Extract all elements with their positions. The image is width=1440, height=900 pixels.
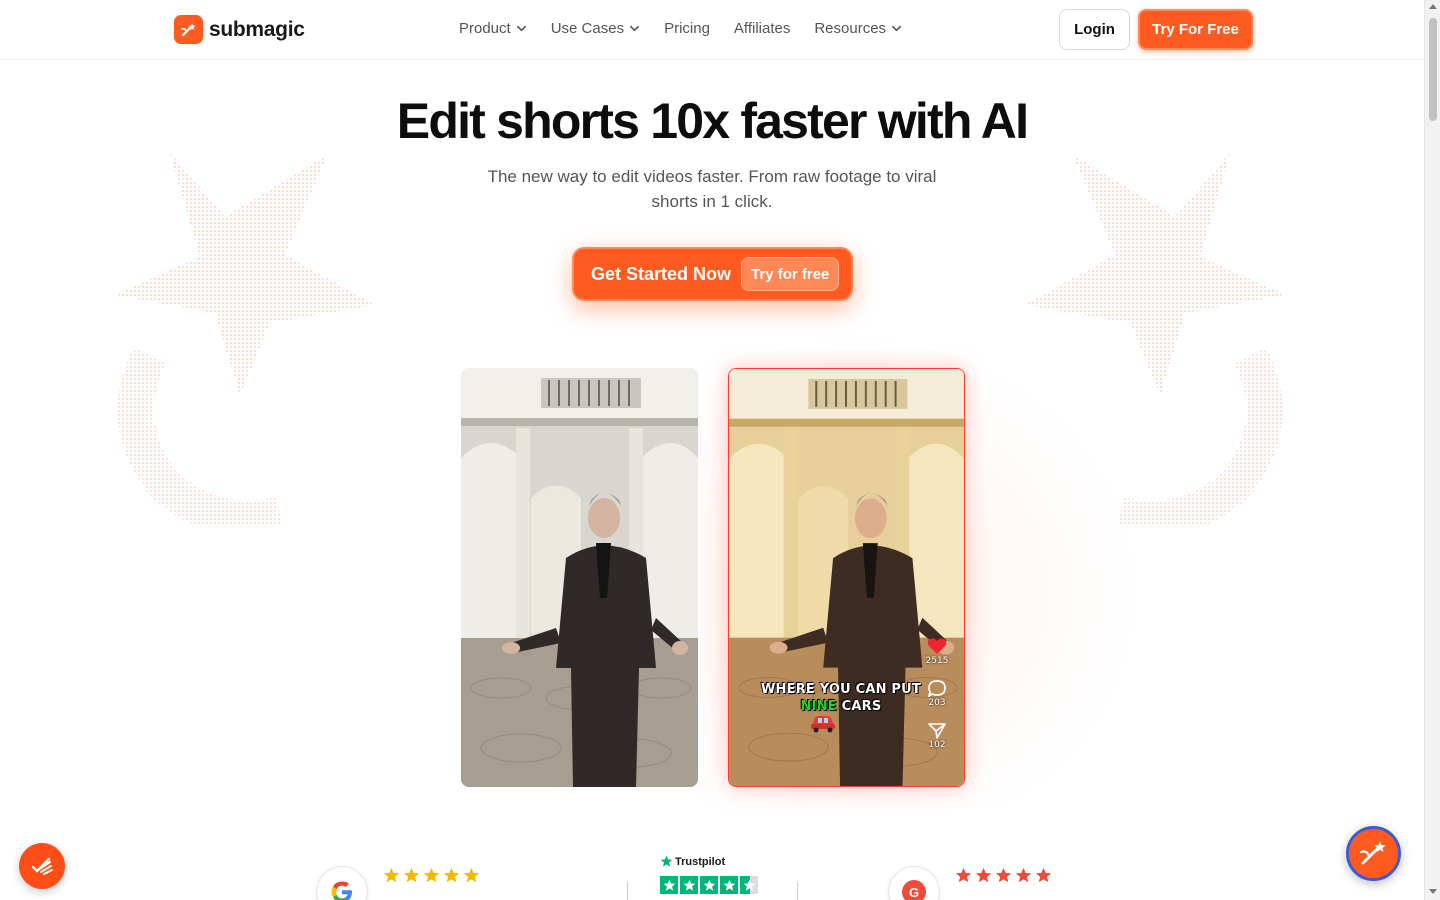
trustpilot-star-box [660,876,678,894]
get-started-label: Get Started Now [591,263,732,284]
trustpilot-brand[interactable]: Trustpilot [660,855,725,868]
likes-counter[interactable]: 2515 [925,637,949,666]
site-header: submagic Product Use Cases Pricing Affil… [0,0,1424,60]
submagic-widget-icon [1359,840,1385,864]
scroll-thumb[interactable] [1429,18,1437,121]
nav-pricing-label: Pricing [664,20,710,37]
get-started-button[interactable]: Get Started Now Try for free [572,247,853,301]
video-after[interactable]: WHERE YOU CAN PUT NINE CARS 2515 203 102 [728,368,965,787]
heart-icon [927,638,947,654]
comments-counter[interactable]: 203 [925,679,949,708]
logo-magic-wand-icon [174,15,203,44]
nav-product[interactable]: Product [459,20,527,37]
caption-rest: CARS [841,699,882,714]
star-icon [975,867,992,883]
trustpilot-label: Trustpilot [675,855,726,868]
star-icon [1015,867,1032,883]
star-icon [383,867,400,883]
g2-icon: G [902,880,926,900]
svg-text:G: G [909,885,919,900]
video-caption: WHERE YOU CAN PUT NINE CARS [751,681,931,715]
chat-widget-icon [31,857,53,875]
trustpilot-star-box [700,876,718,894]
video-before[interactable] [461,368,698,787]
review-divider [797,882,798,900]
decorative-star-left [115,153,375,525]
chevron-down-icon [892,25,902,32]
share-icon [928,723,946,739]
try-for-free-button[interactable]: Try For Free [1138,9,1253,50]
likes-count: 2515 [925,656,949,666]
try-for-free-pill: Try for free [741,257,840,291]
shares-counter[interactable]: 102 [925,721,949,750]
comment-icon [927,680,946,697]
logo-text: submagic [209,17,305,41]
caption-line1: WHERE YOU CAN PUT [761,682,921,697]
nav-use-cases[interactable]: Use Cases [551,20,640,37]
trustpilot-star-box [740,876,758,894]
logo[interactable]: submagic [174,15,305,44]
login-button[interactable]: Login [1059,9,1130,50]
star-icon [955,867,972,883]
video-frame-raw [461,368,698,787]
hero-title: Edit shorts 10x faster with AI [396,93,1029,149]
google-icon [331,881,352,900]
star-icon [1035,867,1052,883]
nav-product-label: Product [459,20,511,37]
google-review-badge[interactable] [316,866,368,900]
chevron-down-icon [630,25,640,32]
star-icon [443,867,460,883]
star-icon [995,867,1012,883]
star-icon [403,867,420,883]
trustpilot-star-box [680,876,698,894]
nav-pricing[interactable]: Pricing [664,20,710,37]
scroll-down-arrow[interactable] [1429,889,1437,894]
review-divider [627,882,628,900]
submagic-widget-button[interactable] [1346,826,1401,881]
trustpilot-star-box [720,876,738,894]
google-stars [383,867,480,884]
comments-count: 203 [928,698,946,708]
chevron-down-icon [516,25,526,32]
shares-count: 102 [928,740,946,750]
g2-stars [955,867,1052,884]
nav-resources[interactable]: Resources [814,20,902,37]
nav-resources-label: Resources [814,20,887,37]
trustpilot-star-icon [660,855,673,867]
main-nav: Product Use Cases Pricing Affiliates Res… [459,20,902,37]
nav-affiliates[interactable]: Affiliates [734,20,790,37]
nav-affiliates-label: Affiliates [733,20,791,37]
car-emoji-icon [811,716,835,733]
nav-use-cases-label: Use Cases [550,20,625,37]
trustpilot-stars [660,876,758,894]
scroll-up-arrow[interactable] [1429,4,1437,9]
star-icon [423,867,440,883]
star-icon [463,867,480,883]
page-scrollbar[interactable] [1424,0,1440,900]
caption-highlight: NINE [800,699,837,714]
hero-subtitle: The new way to edit videos faster. From … [487,167,937,211]
g2-review-badge[interactable]: G [888,866,940,900]
chat-widget-button[interactable] [19,843,65,889]
